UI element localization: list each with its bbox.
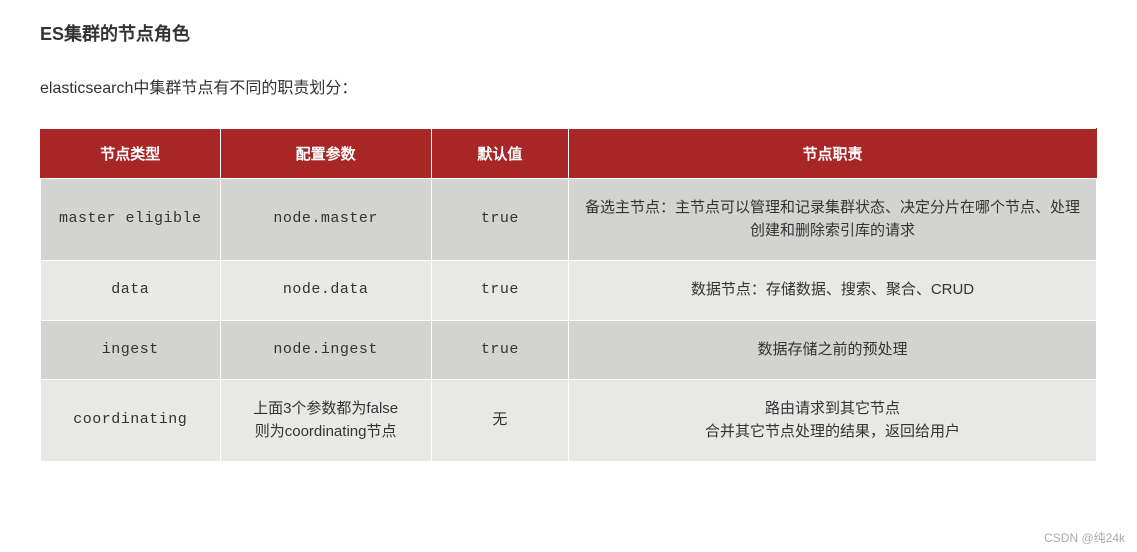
- table-row: master eligible node.master true 备选主节点：主…: [41, 179, 1097, 261]
- cell-duty: 数据节点：存储数据、搜索、聚合、CRUD: [568, 261, 1096, 321]
- cell-type: master eligible: [41, 179, 221, 261]
- table-row: ingest node.ingest true 数据存储之前的预处理: [41, 320, 1097, 380]
- cell-default: true: [431, 179, 568, 261]
- cell-duty: 备选主节点：主节点可以管理和记录集群状态、决定分片在哪个节点、处理创建和删除索引…: [568, 179, 1096, 261]
- cell-param: node.ingest: [220, 320, 431, 380]
- table-row: coordinating 上面3个参数都为false则为coordinating…: [41, 380, 1097, 462]
- cell-param: 上面3个参数都为false则为coordinating节点: [220, 380, 431, 462]
- cell-param: node.data: [220, 261, 431, 321]
- page-subtitle: elasticsearch中集群节点有不同的职责划分：: [40, 74, 1097, 98]
- cell-type: data: [41, 261, 221, 321]
- header-type: 节点类型: [41, 129, 221, 179]
- header-default: 默认值: [431, 129, 568, 179]
- cell-default: true: [431, 320, 568, 380]
- cell-param: node.master: [220, 179, 431, 261]
- cell-type: ingest: [41, 320, 221, 380]
- cell-default: 无: [431, 380, 568, 462]
- header-param: 配置参数: [220, 129, 431, 179]
- cell-type: coordinating: [41, 380, 221, 462]
- cell-duty: 路由请求到其它节点合并其它节点处理的结果，返回给用户: [568, 380, 1096, 462]
- cell-duty: 数据存储之前的预处理: [568, 320, 1096, 380]
- node-roles-table: 节点类型 配置参数 默认值 节点职责 master eligible node.…: [40, 128, 1097, 462]
- header-duty: 节点职责: [568, 129, 1096, 179]
- watermark: CSDN @纯24k: [1044, 529, 1125, 546]
- table-header-row: 节点类型 配置参数 默认值 节点职责: [41, 129, 1097, 179]
- page-title: ES集群的节点角色: [40, 20, 1097, 46]
- table-row: data node.data true 数据节点：存储数据、搜索、聚合、CRUD: [41, 261, 1097, 321]
- cell-default: true: [431, 261, 568, 321]
